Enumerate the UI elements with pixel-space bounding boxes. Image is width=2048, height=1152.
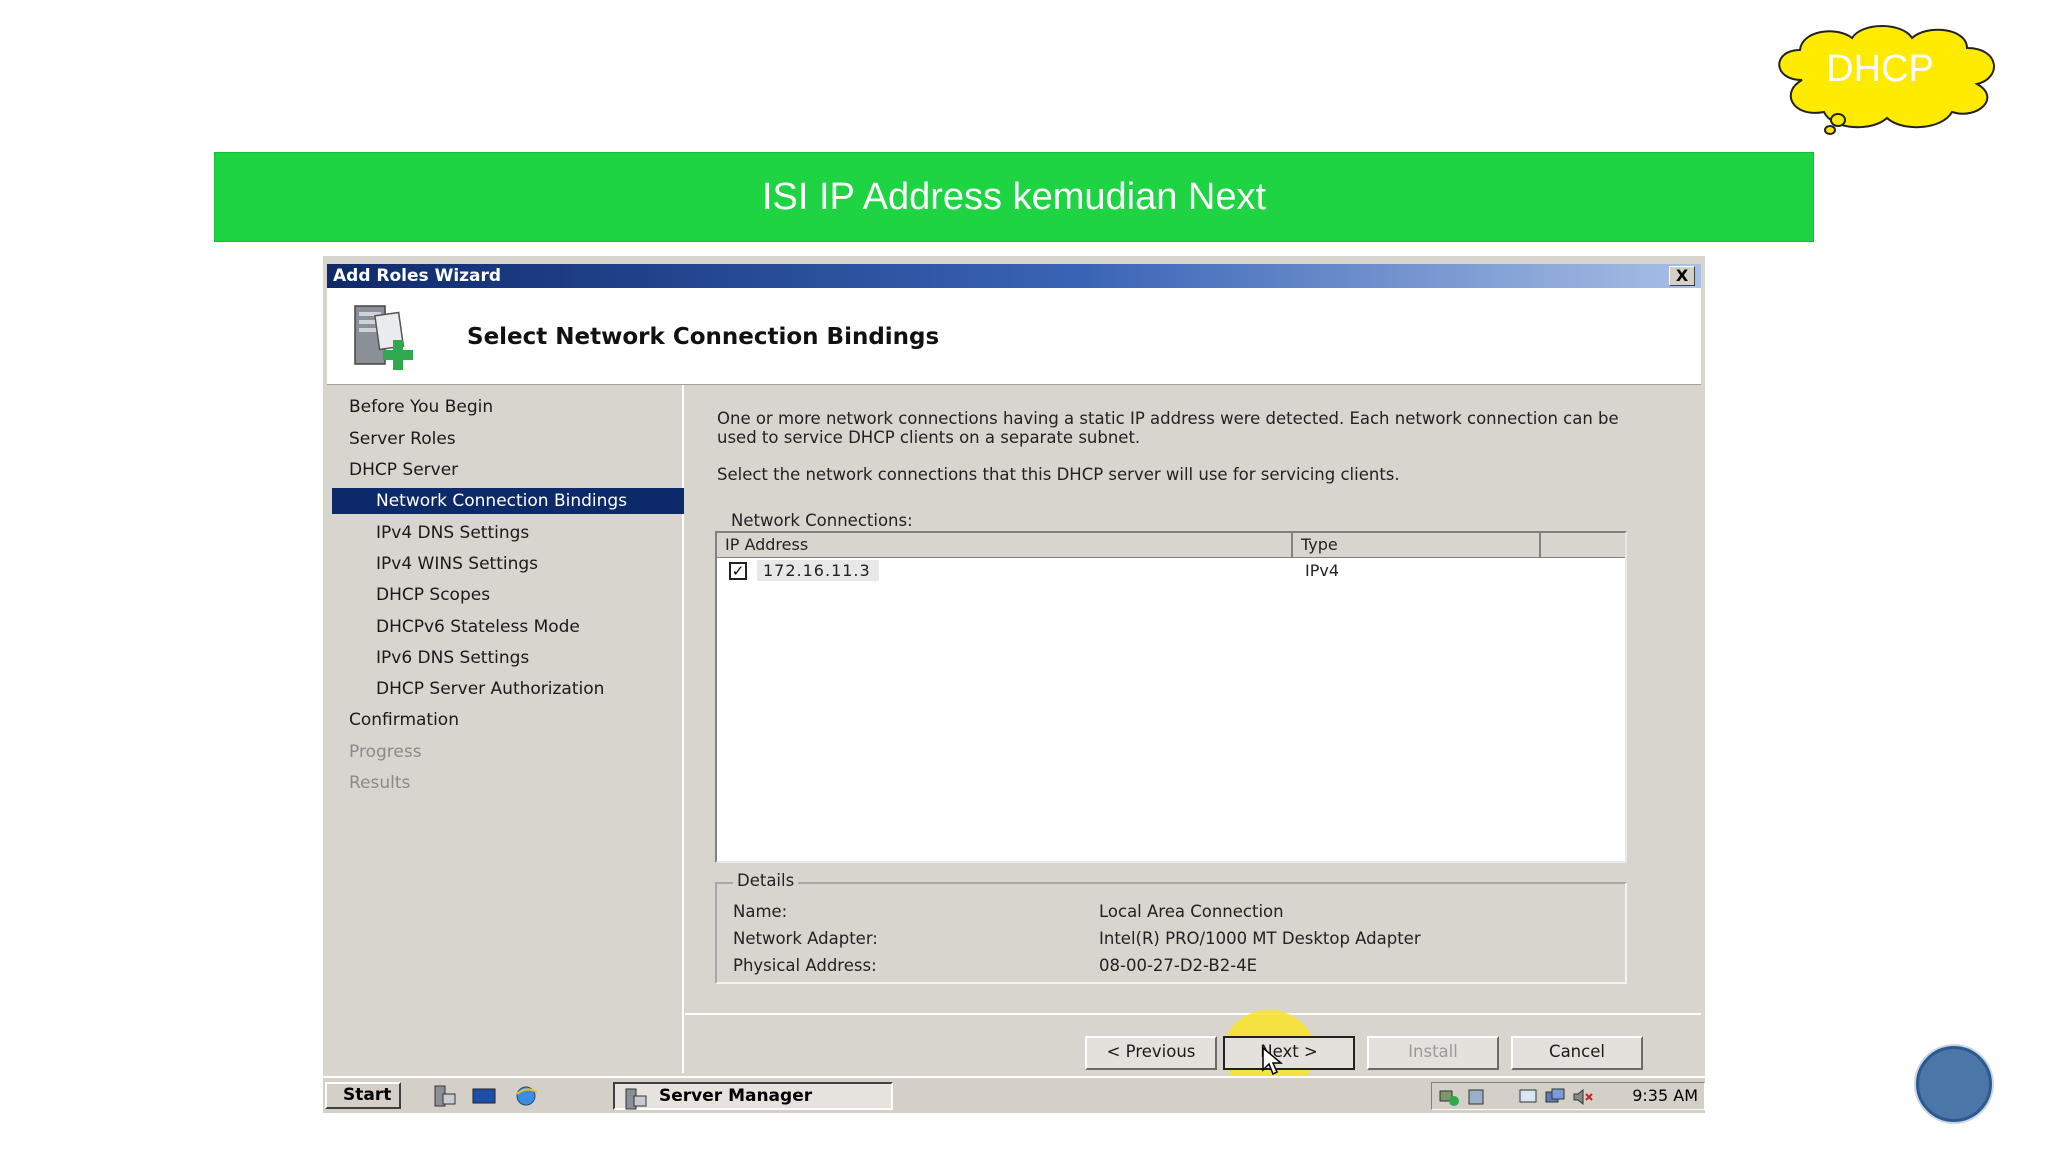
window-titlebar: Add Roles Wizard X (327, 264, 1701, 288)
display-tray-icon[interactable] (1518, 1087, 1540, 1107)
detail-label-physical-address: Physical Address: (733, 956, 877, 975)
server-manager-task-icon (625, 1088, 647, 1110)
checkmark-icon: ✓ (731, 562, 745, 580)
mouse-cursor-icon (1262, 1046, 1283, 1076)
table-row[interactable]: ✓ 172.16.11.3 IPv4 (717, 559, 1625, 583)
nav-item-progress: Progress (349, 742, 422, 762)
detail-value-physical-address: 08-00-27-D2-B2-4E (1099, 956, 1258, 975)
start-button[interactable]: Start (325, 1082, 401, 1109)
button-separator (685, 1013, 1701, 1015)
network-connections-label: Network Connections: (731, 511, 913, 530)
banner-text: ISI IP Address kemudian Next (761, 175, 1267, 218)
detail-label-name: Name: (733, 902, 788, 921)
nav-item-dhcp-server[interactable]: DHCP Server (349, 457, 458, 483)
monitors-tray-icon[interactable] (1544, 1087, 1566, 1107)
list-header: IP Address Type (717, 533, 1625, 558)
update-tray-icon[interactable] (1466, 1087, 1488, 1107)
details-legend: Details (733, 871, 799, 890)
system-tray: 9:35 AM (1431, 1082, 1705, 1110)
nav-item-dhcp-server-authorization[interactable]: DHCP Server Authorization (376, 676, 604, 702)
volume-muted-icon[interactable] (1572, 1087, 1594, 1107)
powershell-quicklaunch-icon[interactable] (471, 1084, 497, 1108)
column-header-type[interactable]: Type (1293, 533, 1541, 557)
nav-item-confirmation[interactable]: Confirmation (349, 707, 459, 733)
connection-checkbox[interactable]: ✓ (729, 562, 747, 580)
wizard-screenshot: Add Roles Wizard X Select Network Connec… (323, 256, 1705, 1113)
nav-item-dhcp-scopes[interactable]: DHCP Scopes (376, 582, 490, 608)
column-header-ip-address[interactable]: IP Address (717, 533, 1293, 557)
nav-item-ipv6-dns-settings[interactable]: IPv6 DNS Settings (376, 645, 529, 671)
internet-explorer-icon[interactable] (513, 1084, 539, 1108)
detail-value-name: Local Area Connection (1099, 902, 1284, 921)
window-title: Add Roles Wizard (333, 266, 502, 286)
nav-item-ipv4-dns-settings[interactable]: IPv4 DNS Settings (376, 520, 529, 546)
cancel-button[interactable]: Cancel (1511, 1036, 1643, 1070)
nav-item-before-you-begin[interactable]: Before You Begin (349, 394, 493, 420)
close-button[interactable]: X (1669, 266, 1695, 286)
network-tray-icon[interactable] (1438, 1087, 1460, 1107)
wizard-header: Select Network Connection Bindings (327, 288, 1701, 385)
server-manager-quicklaunch-icon[interactable] (431, 1084, 457, 1108)
taskbar-server-manager[interactable]: Server Manager (613, 1082, 893, 1110)
previous-button[interactable]: < Previous (1085, 1036, 1217, 1070)
close-icon: X (1675, 266, 1689, 285)
nav-item-ipv4-wins-settings[interactable]: IPv4 WINS Settings (376, 551, 538, 577)
install-button: Install (1367, 1036, 1499, 1070)
slide-nav-button[interactable] (1916, 1046, 1992, 1122)
nav-item-network-connection-bindings[interactable]: Network Connection Bindings (332, 488, 684, 514)
taskbar-clock[interactable]: 9:35 AM (1632, 1086, 1698, 1105)
dhcp-badge-text: DHCP (1826, 48, 1934, 90)
ip-address-cell: 172.16.11.3 (757, 560, 879, 581)
description-text: One or more network connections having a… (717, 409, 1619, 447)
next-button[interactable]: Next > (1223, 1036, 1355, 1070)
network-connections-list[interactable]: IP Address Type ✓ 172.16.11.3 IPv4 (715, 531, 1627, 863)
detail-label-adapter: Network Adapter: (733, 929, 878, 948)
nav-item-dhcpv6-stateless-mode[interactable]: DHCPv6 Stateless Mode (376, 614, 580, 640)
wizard-steps-nav: Before You Begin Server Roles DHCP Serve… (327, 385, 684, 1073)
instruction-banner: ISI IP Address kemudian Next (214, 152, 1814, 242)
nav-item-server-roles[interactable]: Server Roles (349, 426, 456, 452)
wizard-content: One or more network connections having a… (685, 385, 1701, 997)
server-add-icon (354, 305, 413, 370)
page-title: Select Network Connection Bindings (467, 324, 940, 350)
instruction-text: Select the network connections that this… (717, 465, 1400, 484)
taskbar: Start Server Manager 9:35 AM (323, 1076, 1705, 1113)
detail-value-adapter: Intel(R) PRO/1000 MT Desktop Adapter (1099, 929, 1421, 948)
type-cell: IPv4 (1305, 561, 1340, 580)
nav-item-results: Results (349, 773, 411, 793)
